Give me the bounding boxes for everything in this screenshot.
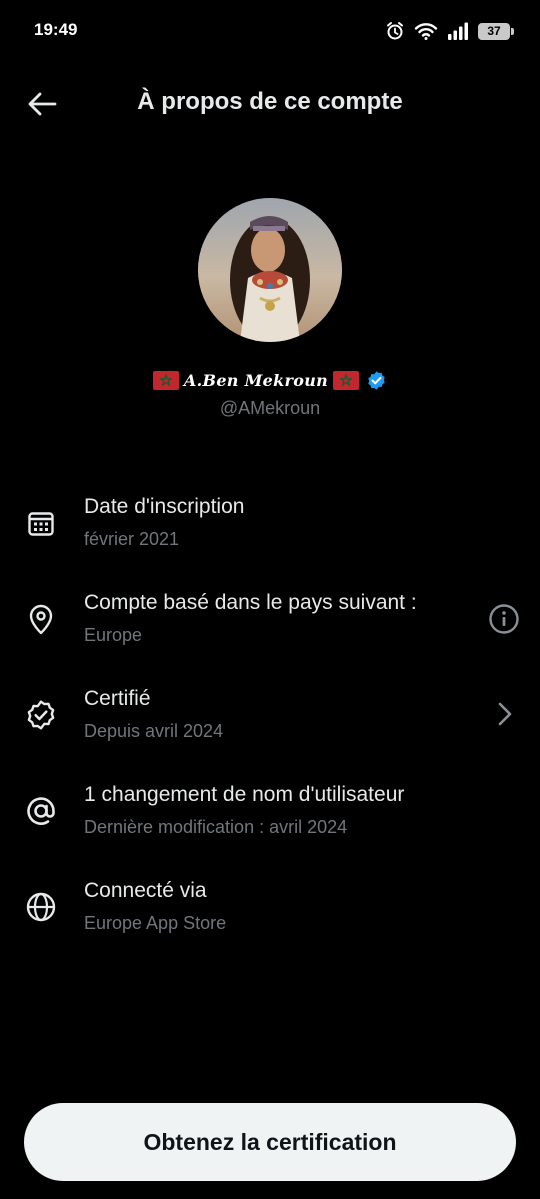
display-name: A.Ben Mekroun [183,371,329,390]
info-row-title: 1 changement de nom d'utilisateur [84,783,405,806]
morocco-flag-icon [152,371,179,390]
info-row-subtitle: Depuis avril 2024 [84,721,224,741]
page-title: À propos de ce compte [137,88,403,115]
location-pin-icon [24,602,58,636]
info-row-country: Compte basé dans le pays suivant : Europ… [0,588,540,668]
get-certified-label: Obtenez la certification [143,1128,397,1155]
calendar-icon [24,506,58,540]
verified-badge-icon [368,371,385,390]
info-row-certified[interactable]: Certifié Depuis avril 2024 [0,684,540,764]
at-sign-icon [24,794,58,828]
profile-handle: @AMekroun [219,398,321,418]
info-row-title: Date d'inscription [84,495,245,518]
verified-check-icon [24,698,58,732]
wifi-icon [414,22,438,40]
certified-details-button[interactable] [486,696,522,732]
morocco-flag-icon [333,371,360,390]
display-name-row: A.Ben Mekroun [0,370,540,391]
info-row-connected-via: Connecté via Europe App Store [0,876,540,956]
avatar[interactable] [198,198,342,342]
status-bar: 19:49 37 [0,0,540,60]
info-button[interactable] [486,601,522,637]
chevron-right-icon [498,702,512,726]
header: À propos de ce compte [0,78,540,128]
get-certified-button[interactable]: Obtenez la certification [24,1103,516,1181]
info-row-title: Connecté via [84,879,207,902]
status-icons: 37 [385,20,514,42]
info-row-subtitle: février 2021 [84,529,180,549]
info-row-title: Certifié [84,687,151,710]
signal-icon [447,22,469,40]
info-row-subtitle: Europe [84,625,143,645]
info-row-join-date: Date d'inscription février 2021 [0,492,540,572]
info-row-subtitle: Dernière modification : avril 2024 [84,817,348,837]
alarm-icon [385,21,405,41]
globe-icon [24,890,58,924]
status-time: 19:49 [34,20,78,39]
battery-level: 37 [487,24,501,38]
info-icon [489,604,519,634]
battery-icon: 37 [478,22,514,40]
info-row-title: Compte basé dans le pays suivant : [84,591,417,614]
info-row-subtitle: Europe App Store [84,913,227,933]
info-row-username-changes: 1 changement de nom d'utilisateur Derniè… [0,780,540,860]
